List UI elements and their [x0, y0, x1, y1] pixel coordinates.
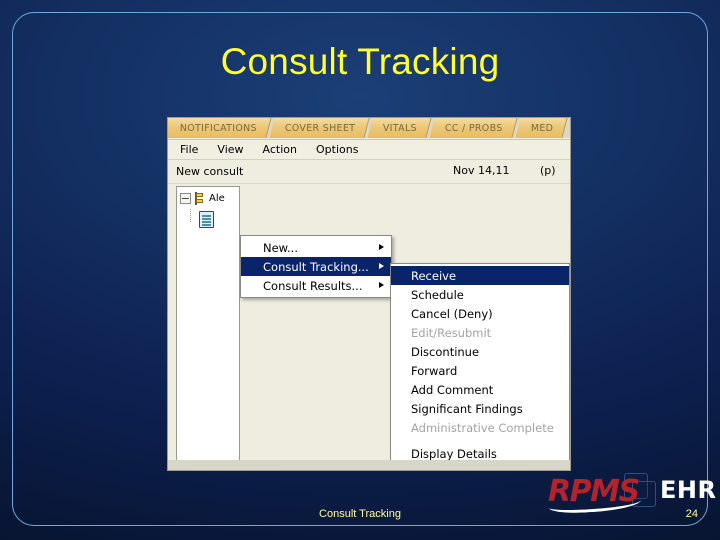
- tab-meds[interactable]: MED: [515, 118, 568, 138]
- tab-cc-probs-label: CC / PROBS: [445, 122, 504, 134]
- tab-notifications[interactable]: NOTIFICATIONS: [168, 118, 272, 138]
- tab-cc-probs[interactable]: CC / PROBS: [429, 118, 518, 138]
- consult-tree-panel[interactable]: − Ale: [176, 186, 240, 462]
- new-consult-label: New consult: [176, 165, 244, 178]
- submenu-item-discontinue-label: Discontinue: [411, 344, 480, 359]
- ehr-application-screenshot: NOTIFICATIONS COVER SHEET VITALS CC / PR…: [168, 118, 570, 470]
- submenu-item-cancel-deny[interactable]: Cancel (Deny): [391, 304, 569, 323]
- tree-root-row[interactable]: − Ale: [177, 187, 239, 205]
- submenu-arrow-icon: [379, 282, 384, 288]
- menu-item-consult-tracking-label: Consult Tracking...: [263, 259, 369, 274]
- submenu-item-cancel-deny-label: Cancel (Deny): [411, 306, 493, 321]
- toolbar-row: New consult Nov 14,11 (p): [168, 160, 570, 184]
- logo-ehr-text: EHR: [660, 476, 717, 504]
- submenu-item-administrative-complete-label: Administrative Complete: [411, 420, 554, 435]
- tab-cover-sheet-label: COVER SHEET: [284, 122, 356, 134]
- menu-file[interactable]: File: [177, 142, 201, 157]
- menu-bar: File View Action Options: [168, 140, 570, 160]
- submenu-item-receive-label: Receive: [411, 268, 457, 283]
- tree-root-label: Ale: [209, 193, 225, 204]
- submenu-item-forward[interactable]: Forward: [391, 361, 569, 380]
- tab-vitals[interactable]: VITALS: [367, 118, 432, 138]
- submenu-item-schedule[interactable]: Schedule: [391, 285, 569, 304]
- rpms-ehr-logo: RPMS EHR: [548, 472, 716, 516]
- logo-swoosh-icon: [548, 493, 642, 515]
- submenu-item-forward-label: Forward: [411, 363, 458, 378]
- screenshot-bottom-edge: [168, 460, 570, 470]
- menu-action[interactable]: Action: [260, 142, 300, 157]
- menu-options[interactable]: Options: [313, 142, 361, 157]
- submenu-item-discontinue[interactable]: Discontinue: [391, 342, 569, 361]
- page-title: Consult Tracking: [220, 41, 500, 82]
- tree-connector-line: [190, 209, 191, 223]
- consult-date: Nov 14,11: [453, 164, 510, 177]
- menu-item-consult-results-label: Consult Results...: [263, 278, 363, 293]
- menu-item-new-label: New...: [263, 240, 298, 255]
- submenu-arrow-icon: [379, 244, 384, 250]
- tab-meds-label: MED: [531, 122, 554, 134]
- action-dropdown-menu[interactable]: New... Consult Tracking... Consult Resul…: [240, 235, 392, 298]
- tab-vitals-label: VITALS: [383, 122, 418, 134]
- submenu-item-add-comment[interactable]: Add Comment: [391, 380, 569, 399]
- submenu-item-add-comment-label: Add Comment: [411, 382, 494, 397]
- submenu-item-display-details-label: Display Details: [411, 446, 497, 461]
- flag-icon: [193, 192, 207, 205]
- submenu-item-significant-findings[interactable]: Significant Findings: [391, 399, 569, 418]
- document-icon[interactable]: [199, 211, 214, 228]
- menu-item-new[interactable]: New...: [241, 238, 391, 257]
- priority-flag: (p): [540, 164, 556, 177]
- submenu-arrow-icon: [379, 263, 384, 269]
- submenu-item-edit-resubmit: Edit/Resubmit: [391, 323, 569, 342]
- submenu-item-administrative-complete: Administrative Complete: [391, 418, 569, 437]
- submenu-item-edit-resubmit-label: Edit/Resubmit: [411, 325, 492, 340]
- tab-cover-sheet[interactable]: COVER SHEET: [269, 118, 370, 138]
- submenu-item-schedule-label: Schedule: [411, 287, 464, 302]
- submenu-item-receive[interactable]: Receive: [391, 266, 569, 285]
- application-content-area: − Ale New... Consult Tracking... Consult…: [168, 184, 570, 470]
- submenu-item-significant-findings-label: Significant Findings: [411, 401, 523, 416]
- consult-tracking-submenu[interactable]: Receive Schedule Cancel (Deny) Edit/Resu…: [390, 263, 570, 470]
- tab-bar: NOTIFICATIONS COVER SHEET VITALS CC / PR…: [168, 118, 570, 138]
- tree-collapse-icon[interactable]: −: [180, 193, 191, 204]
- menu-item-consult-tracking[interactable]: Consult Tracking...: [241, 257, 391, 276]
- menu-view[interactable]: View: [214, 142, 246, 157]
- menu-item-consult-results[interactable]: Consult Results...: [241, 276, 391, 295]
- submenu-separator: [393, 440, 567, 441]
- tab-notifications-label: NOTIFICATIONS: [180, 122, 257, 134]
